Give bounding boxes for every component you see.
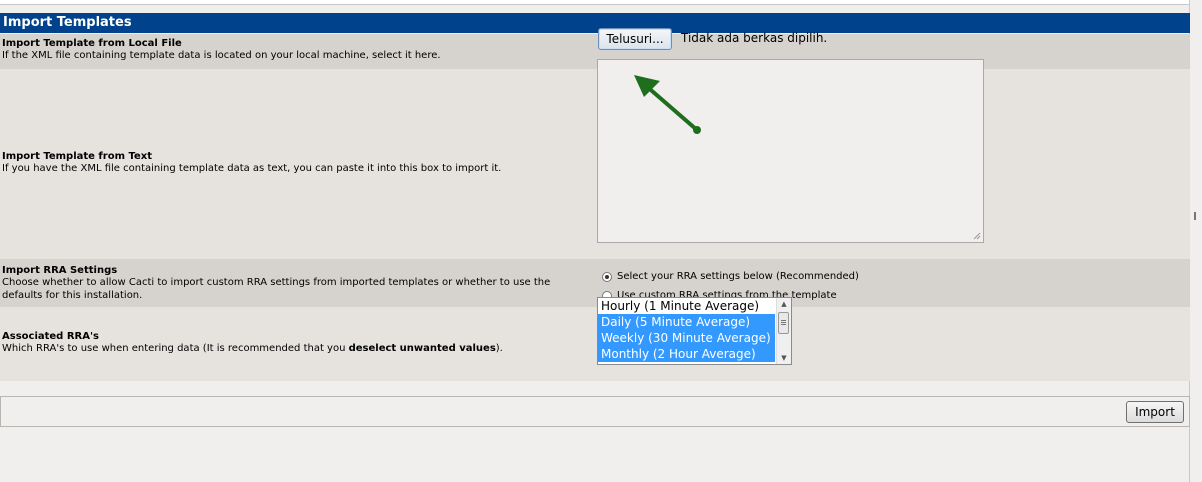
footer-bar: Import bbox=[0, 396, 1190, 427]
window-scrollbar-edge[interactable] bbox=[1189, 0, 1202, 482]
associated-rras-description: Which RRA's to use when entering data (I… bbox=[2, 342, 592, 355]
associated-rras-row: Associated RRA's Which RRA's to use when… bbox=[0, 307, 1190, 381]
window-top-edge bbox=[0, 0, 1202, 5]
rra-option-recommended[interactable]: Select your RRA settings below (Recommen… bbox=[602, 271, 859, 282]
rra-list-item-daily[interactable]: Daily (5 Minute Average) bbox=[598, 314, 775, 330]
rra-settings-label: Import RRA Settings Choose whether to al… bbox=[2, 265, 592, 302]
associated-rras-label: Associated RRA's Which RRA's to use when… bbox=[2, 331, 592, 355]
associated-rras-title: Associated RRA's bbox=[2, 331, 99, 342]
import-button[interactable]: Import bbox=[1126, 401, 1184, 423]
scroll-down-icon[interactable]: ▼ bbox=[777, 352, 791, 364]
rra-list-item-monthly[interactable]: Monthly (2 Hour Average) bbox=[598, 346, 775, 362]
text-import-label: Import Template from Text If you have th… bbox=[2, 151, 592, 175]
browse-file-button[interactable]: Telusuri... bbox=[598, 28, 672, 50]
text-import-title: Import Template from Text bbox=[2, 151, 152, 162]
green-arrow-annotation bbox=[634, 75, 701, 134]
rra-settings-description: Choose whether to allow Cacti to import … bbox=[2, 277, 551, 301]
local-file-description: If the XML file containing template data… bbox=[2, 50, 441, 61]
file-status-text: Tidak ada berkas dipilih. bbox=[681, 31, 828, 45]
text-import-row: Import Template from Text If you have th… bbox=[0, 69, 1190, 259]
associated-rras-desc-prefix: Which RRA's to use when entering data (I… bbox=[2, 343, 349, 354]
scroll-thumb[interactable] bbox=[778, 312, 789, 334]
rra-list-item-weekly[interactable]: Weekly (30 Minute Average) bbox=[598, 330, 775, 346]
local-file-label: Import Template from Local File If the X… bbox=[2, 38, 592, 62]
rra-list-item-hourly[interactable]: Hourly (1 Minute Average) bbox=[598, 298, 775, 314]
panel-header: Import Templates bbox=[0, 13, 1190, 33]
text-import-description: If you have the XML file containing temp… bbox=[2, 163, 502, 174]
associated-rras-desc-suffix: ). bbox=[495, 343, 503, 354]
scroll-up-icon[interactable]: ▲ bbox=[777, 298, 791, 310]
rra-settings-row: Import RRA Settings Choose whether to al… bbox=[0, 259, 1190, 307]
listbox-scrollbar[interactable]: ▲ ▼ bbox=[776, 298, 791, 364]
rra-settings-title: Import RRA Settings bbox=[2, 265, 118, 276]
resize-grip-icon[interactable] bbox=[973, 232, 981, 240]
rra-option-recommended-label: Select your RRA settings below (Recommen… bbox=[617, 271, 859, 282]
scroll-marker bbox=[1194, 212, 1196, 220]
radio-selected-icon[interactable] bbox=[602, 271, 612, 282]
import-templates-panel: Import Templates Import Template from Lo… bbox=[0, 13, 1190, 383]
associated-rras-listbox[interactable]: Hourly (1 Minute Average) Daily (5 Minut… bbox=[597, 297, 792, 365]
local-file-title: Import Template from Local File bbox=[2, 38, 182, 49]
associated-rras-desc-bold: deselect unwanted values bbox=[348, 343, 496, 354]
local-file-row: Import Template from Local File If the X… bbox=[0, 34, 1190, 69]
